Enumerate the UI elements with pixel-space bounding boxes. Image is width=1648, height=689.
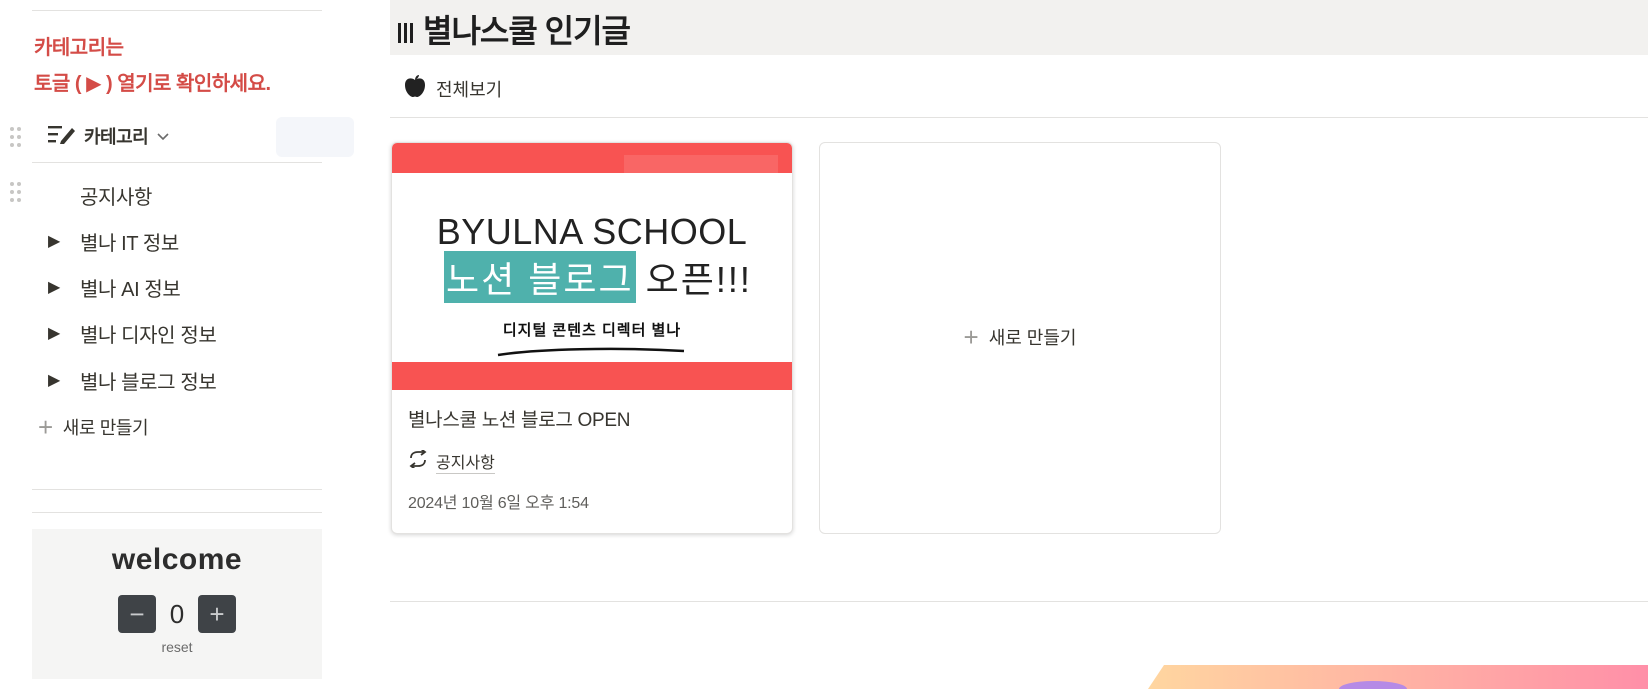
sidebar: 카테고리는 토글 ( ▶ ) 열기로 확인하세요. 카테고리 공지사항 ▶ 별나… [0, 0, 354, 689]
tab-all-view[interactable]: 전체보기 [404, 74, 502, 103]
category-item[interactable]: ▶ 별나 디자인 정보 [48, 316, 217, 350]
category-label: 별나 블로그 정보 [80, 371, 217, 394]
divider [390, 117, 1648, 118]
relation-arrows-icon [408, 448, 428, 473]
notice-line-2: 토글 ( ▶ ) 열기로 확인하세요. [34, 73, 271, 95]
card-cover-image: BYULNA SCHOOL 노션 블로그 오픈!!! 디지털 콘텐츠 디렉터 별… [392, 143, 792, 390]
drag-handle-icon[interactable] [8, 125, 22, 149]
divider [390, 601, 1648, 602]
cover-underline-stroke [497, 347, 685, 357]
new-category-label: 새로 만들기 [62, 418, 149, 438]
toggle-arrow-icon[interactable]: ▶ [48, 370, 80, 390]
card-date: 2024년 10월 6일 오후 1:54 [408, 495, 589, 512]
page-title: 별나스쿨 인기글 [398, 6, 631, 52]
category-label: 별나 IT 정보 [80, 232, 179, 255]
toggle-arrow-icon[interactable]: ▶ [48, 231, 80, 251]
tab-label: 전체보기 [436, 79, 503, 100]
new-card-button[interactable]: + 새로 만들기 [819, 142, 1221, 534]
counter-value: 0 [169, 598, 185, 629]
relation-label: 공지사항 [436, 449, 495, 474]
database-view-header[interactable]: 카테고리 [48, 122, 170, 150]
cover-subtitle: 노션 블로그 오픈!!! [444, 251, 752, 303]
reset-link[interactable]: reset [32, 639, 322, 655]
new-category-button[interactable]: + 새로 만들기 [38, 412, 149, 442]
notice-line-1: 카테고리는 [34, 37, 124, 59]
category-label: 공지사항 [80, 186, 152, 209]
cover-author: 디지털 콘텐츠 디렉터 별나 [502, 322, 682, 339]
divider [32, 489, 322, 490]
decrement-button[interactable]: − [118, 595, 156, 633]
counter: − 0 + [32, 595, 322, 633]
chevron-down-icon[interactable] [156, 126, 170, 147]
divider [32, 512, 322, 513]
cover-subtitle-rest: 오픈!!! [645, 259, 752, 300]
card-relation[interactable]: 공지사항 [408, 448, 495, 474]
category-notice: 카테고리는 토글 ( ▶ ) 열기로 확인하세요. [34, 30, 271, 102]
database-title: 카테고리 [84, 127, 149, 147]
welcome-counter-widget: welcome − 0 + reset [32, 529, 322, 679]
bars-icon [398, 21, 413, 43]
new-card-label: 새로 만들기 [988, 328, 1077, 348]
increment-button[interactable]: + [198, 595, 236, 633]
decorative-gradient-banner [1148, 665, 1648, 689]
page-title-text: 별나스쿨 인기글 [423, 13, 631, 49]
category-label: 별나 디자인 정보 [80, 324, 217, 347]
gallery-card[interactable]: BYULNA SCHOOL 노션 블로그 오픈!!! 디지털 콘텐츠 디렉터 별… [391, 142, 793, 534]
toggle-arrow-icon[interactable]: ▶ [48, 323, 80, 343]
plus-icon: + [963, 322, 979, 352]
category-item[interactable]: ▶ 별나 AI 정보 [48, 270, 181, 304]
widget-title: welcome [111, 543, 243, 576]
category-label: 별나 AI 정보 [80, 278, 181, 301]
category-item[interactable]: ▶ 별나 블로그 정보 [48, 363, 217, 397]
drag-handle-icon[interactable] [8, 180, 22, 204]
category-item[interactable]: ▶ 별나 IT 정보 [48, 224, 179, 258]
cover-title: BYULNA SCHOOL [436, 211, 748, 252]
cover-highlight: 노션 블로그 [444, 251, 636, 303]
toggle-arrow-icon[interactable]: ▶ [48, 277, 80, 297]
divider [32, 10, 322, 11]
card-title: 별나스쿨 노션 블로그 OPEN [408, 410, 631, 431]
plus-icon: + [38, 412, 53, 442]
apple-icon [404, 74, 426, 103]
divider [32, 162, 322, 163]
edit-list-icon [48, 124, 76, 149]
new-button-ghost[interactable] [276, 117, 354, 157]
category-item[interactable]: 공지사항 [48, 178, 152, 212]
